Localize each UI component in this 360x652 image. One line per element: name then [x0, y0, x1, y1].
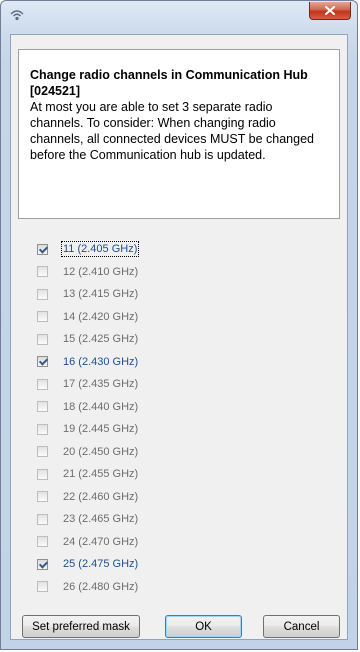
channel-row[interactable]: 20 (2.450 GHz) — [18, 441, 340, 464]
channel-label[interactable]: 12 (2.410 GHz) — [63, 266, 138, 278]
ok-button[interactable]: OK — [165, 615, 242, 638]
channel-row[interactable]: 17 (2.435 GHz) — [18, 373, 340, 396]
channel-row[interactable]: 18 (2.440 GHz) — [18, 396, 340, 419]
channel-label[interactable]: 15 (2.425 GHz) — [63, 333, 138, 345]
radio-icon — [10, 10, 24, 21]
channel-row[interactable]: 19 (2.445 GHz) — [18, 418, 340, 441]
channel-row[interactable]: 24 (2.470 GHz) — [18, 531, 340, 554]
channel-checkbox[interactable] — [37, 333, 48, 345]
channel-checkbox[interactable] — [37, 288, 48, 300]
channel-checkbox[interactable] — [37, 491, 48, 503]
info-box: Change radio channels in Communication H… — [18, 49, 340, 219]
channel-checkbox[interactable] — [37, 266, 48, 278]
close-icon — [325, 6, 335, 15]
set-preferred-mask-button[interactable]: Set preferred mask — [22, 615, 140, 638]
cancel-button[interactable]: Cancel — [263, 615, 340, 638]
channel-checkbox[interactable] — [37, 423, 48, 435]
channel-label[interactable]: 20 (2.450 GHz) — [63, 446, 138, 458]
channel-label[interactable]: 17 (2.435 GHz) — [63, 378, 138, 390]
dialog-window: Change radio channels in Communication H… — [0, 0, 358, 650]
button-bar: Set preferred mask OK Cancel — [18, 615, 340, 638]
channel-label[interactable]: 13 (2.415 GHz) — [63, 288, 138, 300]
channel-checkbox[interactable] — [37, 558, 48, 570]
close-button[interactable] — [309, 2, 351, 20]
channel-label[interactable]: 23 (2.465 GHz) — [63, 513, 138, 525]
channel-checkbox[interactable] — [37, 581, 48, 593]
channel-checkbox[interactable] — [37, 378, 48, 390]
channel-label[interactable]: 21 (2.455 GHz) — [63, 468, 138, 480]
channel-label[interactable]: 18 (2.440 GHz) — [63, 401, 138, 413]
channel-label[interactable]: 14 (2.420 GHz) — [63, 311, 138, 323]
channel-checkbox[interactable] — [37, 536, 48, 548]
channel-row[interactable]: 13 (2.415 GHz) — [18, 283, 340, 306]
channel-checkbox[interactable] — [37, 446, 48, 458]
channel-label[interactable]: 26 (2.480 GHz) — [63, 581, 138, 593]
channel-label[interactable]: 22 (2.460 GHz) — [63, 491, 138, 503]
channel-label[interactable]: 24 (2.470 GHz) — [63, 536, 138, 548]
channel-row[interactable]: 21 (2.455 GHz) — [18, 463, 340, 486]
channel-row[interactable]: 26 (2.480 GHz) — [18, 576, 340, 599]
channel-checkbox[interactable] — [37, 513, 48, 525]
channel-checkbox[interactable] — [37, 356, 48, 368]
channel-row[interactable]: 11 (2.405 GHz) — [18, 238, 340, 261]
channel-label[interactable]: 19 (2.445 GHz) — [63, 423, 138, 435]
channel-row[interactable]: 14 (2.420 GHz) — [18, 306, 340, 329]
channel-row[interactable]: 16 (2.430 GHz) — [18, 351, 340, 374]
info-title: Change radio channels in Communication H… — [30, 68, 308, 98]
channel-checkbox[interactable] — [37, 401, 48, 413]
channel-list: 11 (2.405 GHz) 12 (2.410 GHz) 13 (2.415 GH… — [18, 238, 340, 598]
info-body: At most you are able to set 3 separate r… — [30, 100, 314, 162]
channel-row[interactable]: 23 (2.465 GHz) — [18, 508, 340, 531]
channel-row[interactable]: 25 (2.475 GHz) — [18, 553, 340, 576]
channel-row[interactable]: 22 (2.460 GHz) — [18, 486, 340, 509]
title-bar[interactable] — [1, 1, 357, 29]
channel-label[interactable]: 25 (2.475 GHz) — [63, 558, 138, 570]
channel-checkbox[interactable] — [37, 311, 48, 323]
dialog-content: Change radio channels in Communication H… — [10, 34, 348, 640]
channel-row[interactable]: 15 (2.425 GHz) — [18, 328, 340, 351]
channel-row[interactable]: 12 (2.410 GHz) — [18, 261, 340, 284]
channel-label[interactable]: 16 (2.430 GHz) — [63, 356, 138, 368]
channel-checkbox[interactable] — [37, 243, 48, 255]
channel-label[interactable]: 11 (2.405 GHz) — [60, 241, 140, 258]
channel-checkbox[interactable] — [37, 468, 48, 480]
